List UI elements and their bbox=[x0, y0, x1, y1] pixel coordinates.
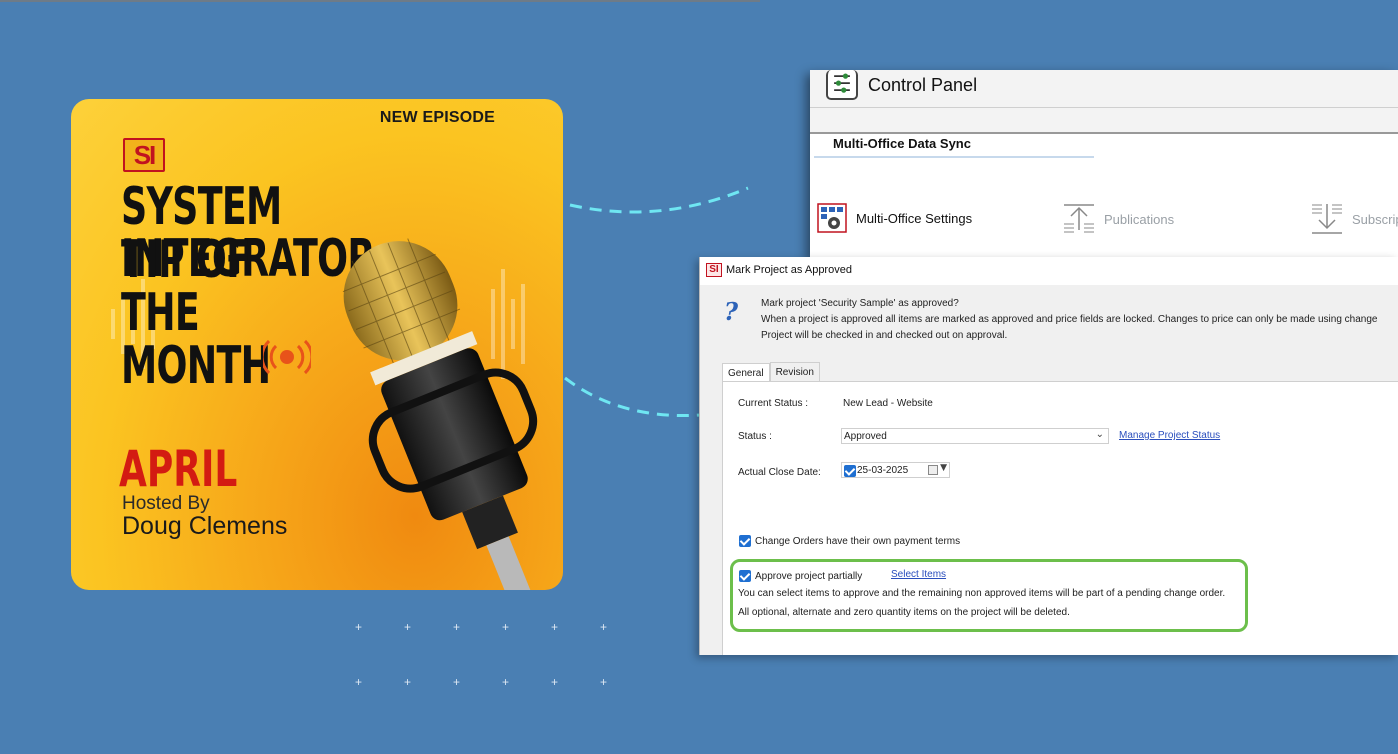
connector-dashed-line bbox=[569, 186, 749, 214]
download-icon bbox=[1312, 204, 1342, 234]
status-selected-value: Approved bbox=[844, 431, 887, 442]
host-name: Doug Clemens bbox=[122, 512, 288, 540]
change-orders-label: Change Orders have their own payment ter… bbox=[755, 536, 961, 547]
chevron-down-icon[interactable]: ▼ bbox=[940, 463, 947, 473]
mark-approved-dialog: SI Mark Project as Approved ? Mark proje… bbox=[699, 257, 1398, 655]
message-line: When a project is approved all items are… bbox=[761, 314, 1378, 325]
dialog-title-bar: SI Mark Project as Approved bbox=[700, 257, 1398, 285]
new-episode-badge: NEW EPISODE bbox=[379, 109, 495, 126]
si-app-icon: SI bbox=[706, 263, 722, 277]
control-panel-icon bbox=[826, 70, 858, 100]
approve-partially-label: Approve project partially bbox=[755, 571, 863, 582]
select-items-link[interactable]: Select Items bbox=[891, 569, 946, 580]
si-logo: SI bbox=[123, 138, 165, 172]
calendar-icon[interactable] bbox=[928, 465, 938, 475]
control-panel-title: Control Panel bbox=[868, 75, 978, 95]
dialog-title: Mark Project as Approved bbox=[726, 264, 852, 276]
subscriptions-label: Subscrip bbox=[1352, 211, 1398, 227]
status-label: Status : bbox=[738, 431, 772, 442]
partial-approval-note: You can select items to approve and the … bbox=[738, 588, 1226, 599]
message-line: Mark project 'Security Sample' as approv… bbox=[761, 298, 959, 309]
publications-label: Publications bbox=[1104, 211, 1175, 227]
deletion-note: All optional, alternate and zero quantit… bbox=[738, 607, 1070, 618]
multi-office-settings-label: Multi-Office Settings bbox=[856, 210, 973, 226]
dialog-tabs: General Revision bbox=[722, 362, 820, 383]
multi-office-settings-button[interactable]: Multi-Office Settings bbox=[816, 202, 972, 234]
tab-general[interactable]: General bbox=[722, 363, 770, 383]
broadcast-icon bbox=[263, 339, 311, 375]
close-date-value: 25-03-2025 bbox=[857, 465, 909, 476]
dialog-message: Mark project 'Security Sample' as approv… bbox=[761, 296, 1377, 344]
manage-project-status-link[interactable]: Manage Project Status bbox=[1119, 430, 1220, 441]
episode-month: APRIL bbox=[119, 440, 238, 498]
tab-multi-office-data-sync[interactable]: Multi-Office Data Sync bbox=[833, 136, 971, 151]
status-select[interactable]: Approved ⌄ bbox=[841, 428, 1109, 444]
top-divider bbox=[0, 0, 760, 2]
close-date-label: Actual Close Date: bbox=[738, 467, 821, 478]
current-status-label: Current Status : bbox=[738, 398, 809, 409]
connector-dashed-line bbox=[564, 376, 701, 417]
upload-icon bbox=[1064, 204, 1094, 233]
chevron-down-icon: ⌄ bbox=[1095, 429, 1104, 440]
approve-partially-checkbox[interactable] bbox=[739, 570, 751, 582]
podcast-card: NEW EPISODE SI SYSTEM INTEGRATOR TIP OF … bbox=[71, 99, 563, 590]
publications-button[interactable]: Publications bbox=[1062, 202, 1174, 236]
message-line: Project will be checked in and checked o… bbox=[761, 330, 1008, 341]
settings-grid-icon bbox=[817, 203, 847, 233]
change-orders-checkbox[interactable] bbox=[739, 535, 751, 547]
current-status-value: New Lead - Website bbox=[843, 398, 933, 409]
subscriptions-button[interactable]: Subscrip bbox=[1310, 202, 1398, 236]
control-panel-window: Control Panel Multi-Office Data Sync Mul… bbox=[810, 70, 1398, 257]
close-date-picker[interactable]: 25-03-2025 ▼ bbox=[841, 462, 950, 478]
microphone-image bbox=[342, 238, 538, 590]
tab-revision[interactable]: Revision bbox=[769, 362, 820, 382]
question-icon: ? bbox=[724, 297, 739, 326]
control-panel-header: Control Panel bbox=[810, 70, 1398, 108]
close-date-checkbox[interactable] bbox=[844, 465, 856, 477]
